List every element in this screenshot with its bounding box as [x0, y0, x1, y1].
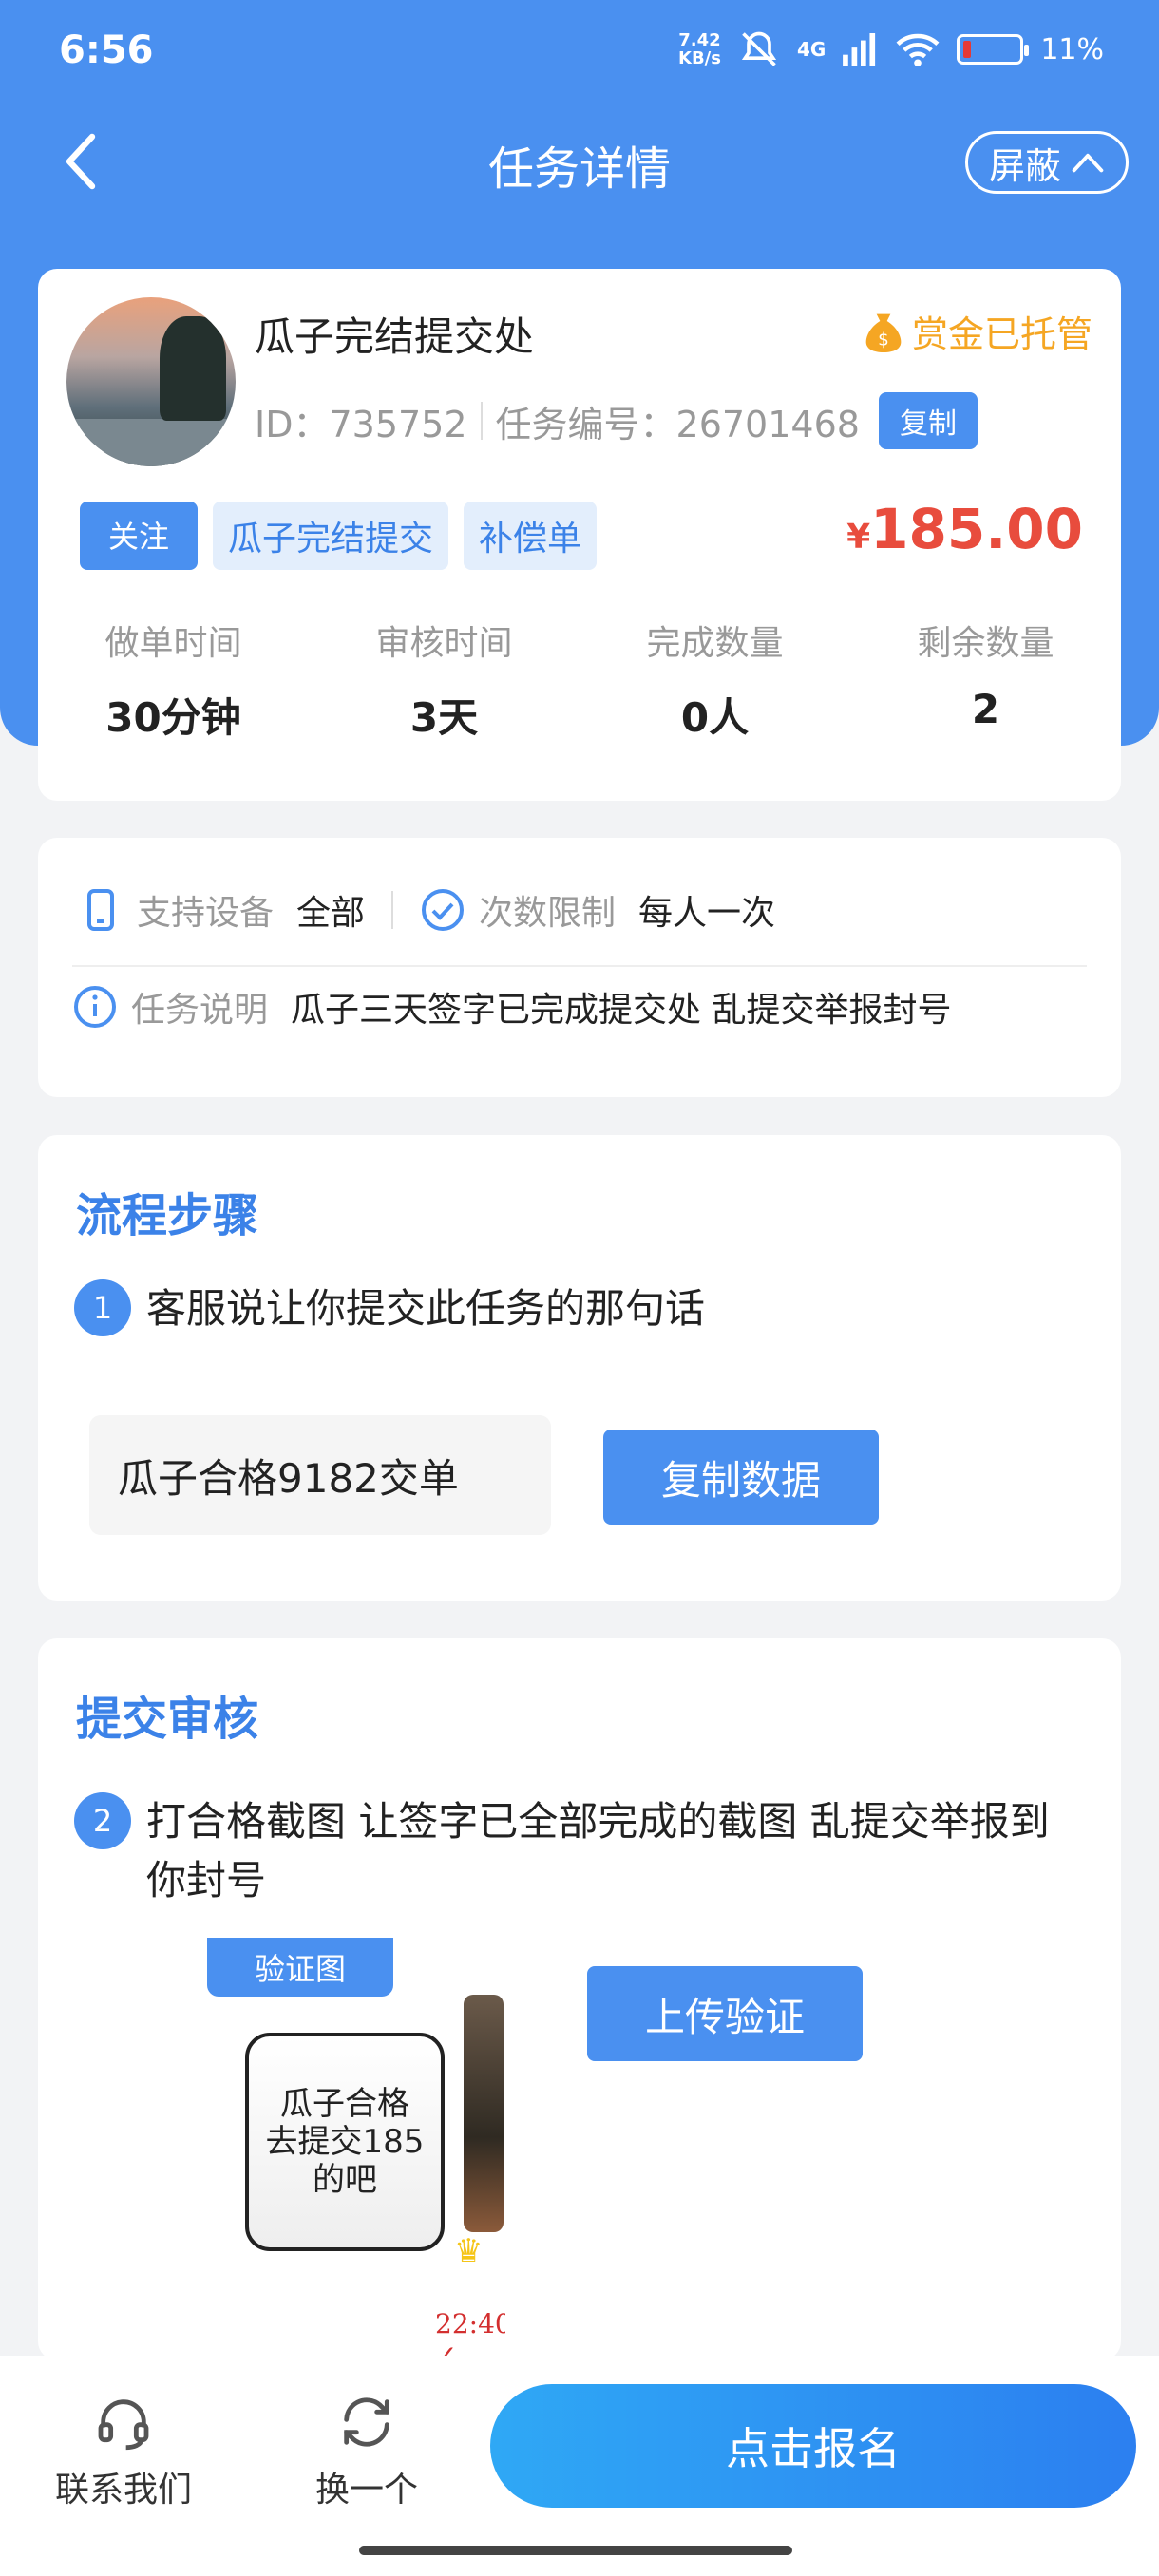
contact-button[interactable]: 联系我们 [38, 2392, 209, 2511]
stat-value: 0人 [680, 694, 750, 741]
refresh-icon [344, 2397, 390, 2447]
task-summary-card: 瓜子完结提交处 $ 赏金已托管 ID：735752 任务编号：26701468 … [38, 269, 1121, 801]
wifi-icon [896, 33, 940, 67]
headset-icon [98, 2399, 149, 2451]
divider [480, 402, 483, 440]
upload-button[interactable]: 上传验证 [587, 1966, 863, 2061]
info-row-description: 任务说明 瓜子三天签字已完成提交处 乱提交举报封号 [72, 982, 951, 1032]
device-value: 全部 [296, 894, 366, 933]
money-bag-icon: $ [865, 313, 902, 352]
divider [391, 891, 394, 929]
block-label: 屏蔽 [988, 144, 1061, 187]
stat-item: 做单时间 30分钟 [38, 616, 309, 744]
step-2: 2 打合格截图 让签字已全部完成的截图 乱提交举报到你封号 [74, 1792, 1081, 1910]
stat-value: 3天 [409, 694, 479, 741]
stat-label: 完成数量 [646, 624, 784, 663]
proof-bubble-text: 瓜子合格 去提交185的吧 [245, 2033, 445, 2251]
stat-label: 审核时间 [375, 624, 513, 663]
submit-title: 提交审核 [76, 1693, 259, 1746]
avatar[interactable] [66, 297, 236, 466]
status-icons: 7.42 KB/s 4G 11% [678, 28, 1104, 70]
price: ¥185.00 [846, 497, 1083, 561]
device-label: 支持设备 [137, 894, 275, 933]
submit-card: 提交审核 2 打合格截图 让签字已全部完成的截图 乱提交举报到你封号 验证图 瓜… [38, 1638, 1121, 2365]
home-indicator[interactable] [359, 2546, 792, 2555]
task-name: 瓜子完结提交处 [255, 313, 535, 360]
chevron-up-icon [1072, 153, 1104, 173]
escrow-label: 赏金已托管 [911, 313, 1092, 355]
step-text: 打合格截图 让签字已全部完成的截图 乱提交举报到你封号 [146, 1798, 1050, 1904]
mute-bell-icon [741, 31, 777, 66]
proof-image[interactable]: 验证图 瓜子合格 去提交185的吧 ♛ 22:40 ✓ [74, 1938, 505, 2365]
nav-bar: 任务详情 屏蔽 [0, 114, 1159, 209]
stat-value: 30分钟 [105, 694, 241, 741]
copy-id-button[interactable]: 复制 [878, 392, 978, 449]
stat-value: 2 [971, 686, 1000, 732]
stat-label: 做单时间 [104, 624, 242, 663]
battery-icon [957, 34, 1030, 65]
info-row-device: 支持设备 全部 次数限制 每人一次 [78, 885, 775, 935]
step-number: 1 [74, 1279, 131, 1336]
switch-button[interactable]: 换一个 [281, 2392, 452, 2511]
process-card: 流程步骤 1 客服说让你提交此任务的那句话 瓜子合格9182交单 复制数据 [38, 1135, 1121, 1601]
process-title: 流程步骤 [76, 1189, 259, 1242]
battery-level: 11% [1040, 32, 1104, 66]
signal-icon [843, 33, 876, 66]
signup-button[interactable]: 点击报名 [490, 2384, 1136, 2508]
status-bar: 6:56 7.42 KB/s 4G 11% [0, 0, 1159, 104]
tag: 补偿单 [464, 502, 598, 570]
currency-symbol: ¥ [846, 518, 871, 557]
stat-item: 完成数量 0人 [580, 616, 850, 744]
contact-label: 联系我们 [54, 2471, 192, 2510]
task-info-card: 支持设备 全部 次数限制 每人一次 任务说明 瓜子三天签字已完成提交处 乱提交举… [38, 838, 1121, 1097]
description-value: 瓜子三天签字已完成提交处 乱提交举报封号 [291, 991, 952, 1030]
step-text: 客服说让你提交此任务的那句话 [146, 1285, 706, 1332]
description-label: 任务说明 [131, 991, 269, 1030]
stats-row: 做单时间 30分钟 审核时间 3天 完成数量 0人 剩余数量 2 [38, 616, 1121, 744]
tag: 瓜子完结提交 [213, 502, 449, 570]
data-value-box: 瓜子合格9182交单 [89, 1415, 551, 1535]
stat-item: 剩余数量 2 [850, 616, 1121, 744]
task-id: ID：735752 [255, 403, 467, 445]
block-button[interactable]: 屏蔽 [964, 131, 1129, 194]
id-row: ID：735752 任务编号：26701468 复制 [255, 392, 978, 449]
divider [72, 965, 1087, 967]
task-number: 任务编号：26701468 [495, 403, 860, 445]
check-circle-icon [422, 889, 465, 931]
step-number: 2 [74, 1792, 131, 1849]
phone-icon [87, 889, 114, 931]
price-value: 185.00 [870, 497, 1083, 561]
proof-thumbnail [464, 1995, 504, 2232]
stat-item: 审核时间 3天 [309, 616, 580, 744]
follow-button[interactable]: 关注 [80, 502, 199, 570]
crown-icon: ♛ [454, 2232, 484, 2270]
network-type: 4G [796, 38, 826, 61]
net-speed: 7.42 KB/s [678, 30, 721, 68]
bottom-bar: 联系我们 换一个 点击报名 [0, 2356, 1159, 2576]
info-icon [74, 986, 116, 1028]
tag-row: 关注 瓜子完结提交 补偿单 [80, 502, 598, 570]
svg-text:$: $ [878, 330, 889, 350]
copy-data-button[interactable]: 复制数据 [603, 1430, 879, 1525]
status-time: 6:56 [59, 28, 154, 72]
switch-label: 换一个 [314, 2471, 418, 2510]
limit-value: 每人一次 [638, 894, 776, 933]
escrow-status: $ 赏金已托管 [863, 305, 1092, 357]
stat-label: 剩余数量 [917, 624, 1054, 663]
step-1: 1 客服说让你提交此任务的那句话 [74, 1279, 705, 1338]
limit-label: 次数限制 [479, 894, 617, 933]
proof-label: 验证图 [207, 1938, 393, 1997]
